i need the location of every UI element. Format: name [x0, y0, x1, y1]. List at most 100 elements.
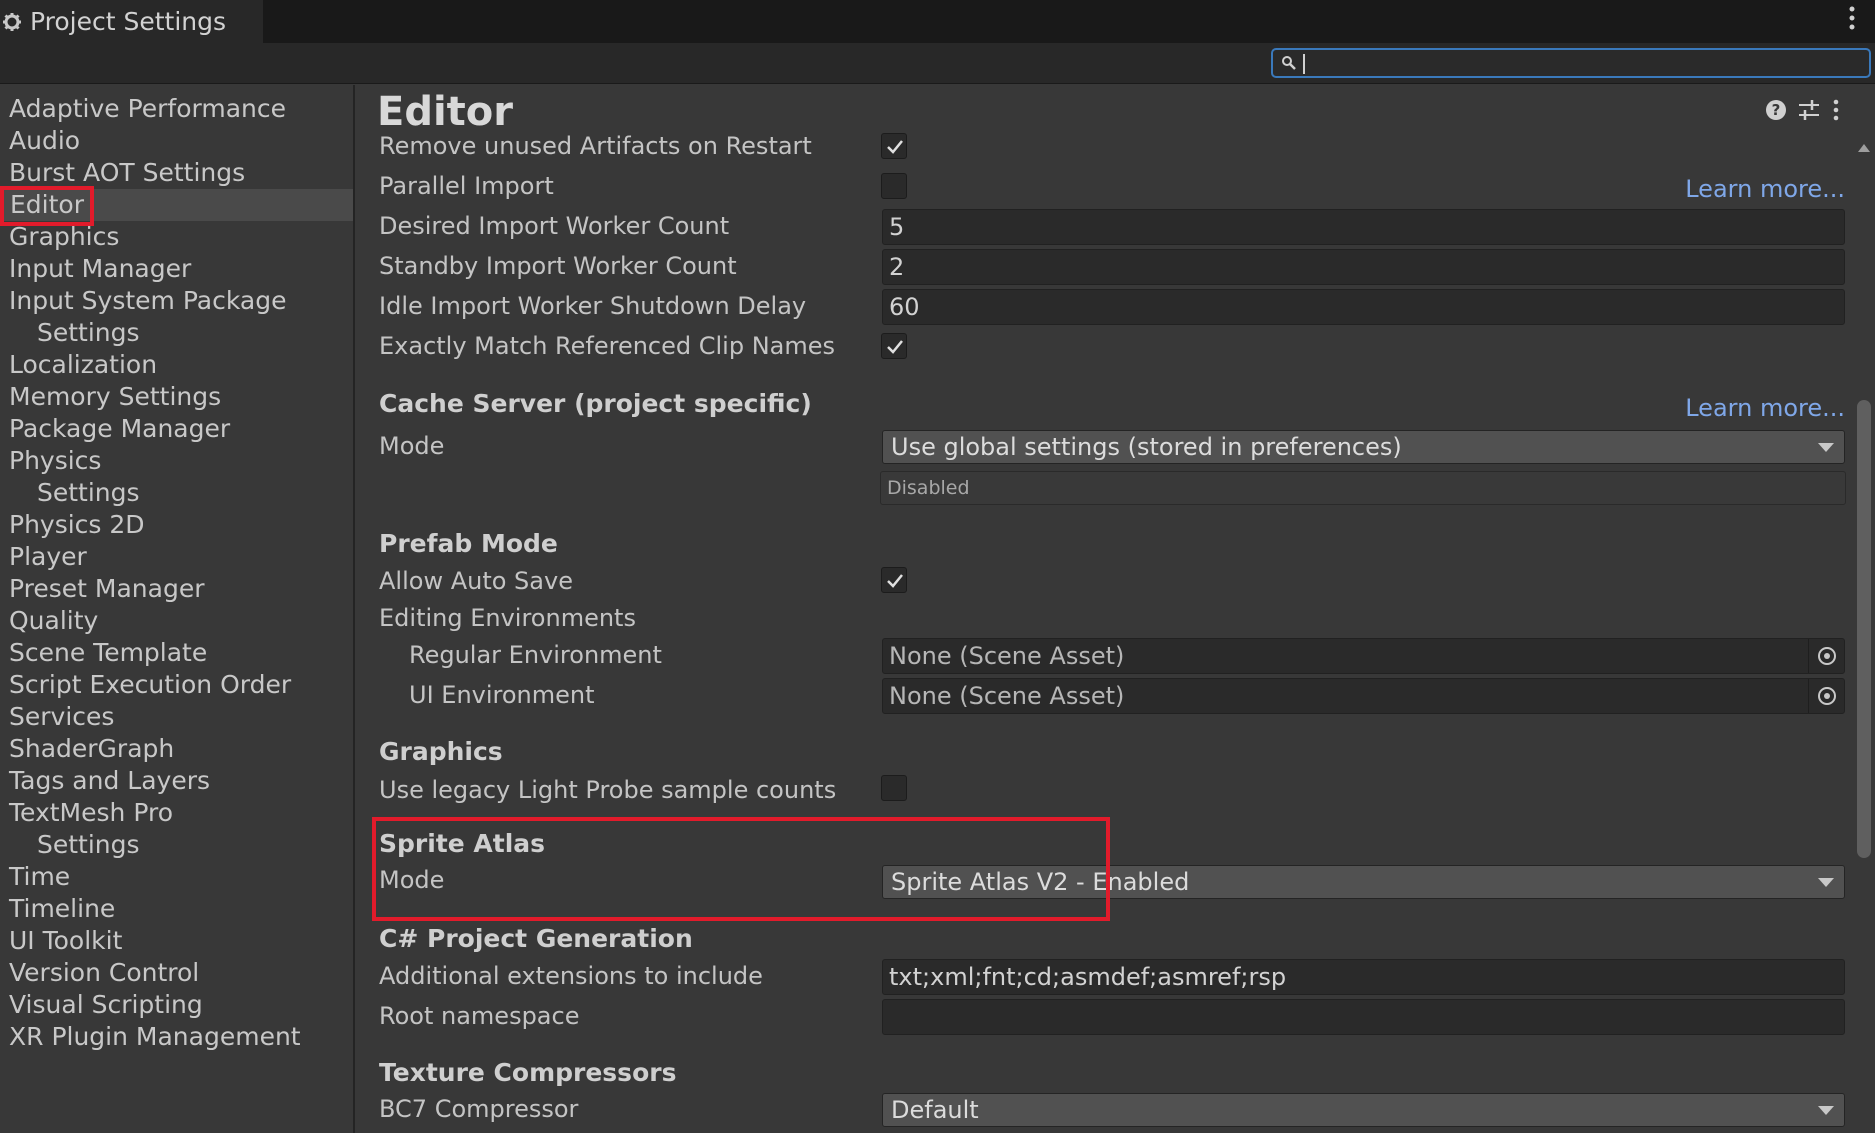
sidebar-item-memory-settings[interactable]: Memory Settings	[0, 381, 353, 413]
sidebar-item-label: Services	[9, 702, 115, 731]
sidebar-item-label: Player	[9, 542, 87, 571]
sidebar-item-player[interactable]: Player	[0, 541, 353, 573]
sidebar-item-textmesh-pro[interactable]: TextMesh Pro	[0, 797, 353, 829]
sidebar-item-input-system-settings[interactable]: Settings	[0, 317, 353, 349]
remove-unused-artifacts-checkbox[interactable]	[881, 133, 907, 159]
sidebar-item-label: Audio	[9, 126, 81, 155]
sidebar-item-localization[interactable]: Localization	[0, 349, 353, 381]
sidebar-item-input-manager[interactable]: Input Manager	[0, 253, 353, 285]
text-caret	[1303, 54, 1305, 74]
sidebar-item-scene-template[interactable]: Scene Template	[0, 637, 353, 669]
prefab-mode-heading: Prefab Mode	[379, 529, 558, 558]
object-field-value: None (Scene Asset)	[889, 682, 1125, 710]
checkmark-icon	[887, 574, 903, 588]
idle-import-worker-shutdown-field[interactable]: 60	[882, 289, 1845, 325]
allow-auto-save-label: Allow Auto Save	[379, 567, 573, 595]
scrollbar-thumb[interactable]	[1857, 400, 1871, 858]
parallel-import-checkbox[interactable]	[881, 173, 907, 199]
sidebar-item-label: Settings	[37, 830, 140, 859]
object-picker-button[interactable]	[1808, 639, 1844, 673]
sidebar-item-label: Quality	[9, 606, 99, 635]
sliders-icon[interactable]	[1797, 99, 1821, 121]
window-tab[interactable]: Project Settings	[0, 0, 263, 43]
ui-environment-field[interactable]: None (Scene Asset)	[882, 678, 1845, 714]
regular-environment-label: Regular Environment	[409, 641, 662, 669]
editing-environments-label: Editing Environments	[379, 604, 636, 632]
sidebar-item-input-system-package[interactable]: Input System Package	[0, 285, 353, 317]
sidebar-item-label: Physics 2D	[9, 510, 145, 539]
sidebar-item-label: Settings	[37, 478, 140, 507]
svg-text:?: ?	[1772, 101, 1781, 119]
search-icon	[1282, 56, 1296, 70]
desired-import-worker-count-field[interactable]: 5	[882, 209, 1845, 245]
cache-server-status: Disabled	[880, 471, 1846, 505]
sidebar-item-services[interactable]: Services	[0, 701, 353, 733]
cache-server-heading: Cache Server (project specific)	[379, 389, 812, 418]
sidebar-item-physics-settings[interactable]: Settings	[0, 477, 353, 509]
sidebar-item-label: Timeline	[9, 894, 116, 923]
standby-import-worker-count-field[interactable]: 2	[882, 249, 1845, 285]
sidebar-item-audio[interactable]: Audio	[0, 125, 353, 157]
sidebar-item-label: Visual Scripting	[9, 990, 203, 1019]
additional-extensions-label: Additional extensions to include	[379, 962, 763, 990]
sidebar-item-label: Localization	[9, 350, 158, 379]
sidebar-item-ui-toolkit[interactable]: UI Toolkit	[0, 925, 353, 957]
sidebar-item-quality[interactable]: Quality	[0, 605, 353, 637]
sidebar-item-preset-manager[interactable]: Preset Manager	[0, 573, 353, 605]
kebab-menu-icon[interactable]	[1831, 99, 1841, 121]
sidebar-item-label: Scene Template	[9, 638, 208, 667]
sidebar-item-adaptive-performance[interactable]: Adaptive Performance	[0, 93, 353, 125]
sidebar-item-label: Preset Manager	[9, 574, 205, 603]
additional-extensions-field[interactable]: txt;xml;fnt;cd;asmdef;asmref;rsp	[882, 959, 1845, 995]
object-picker-button[interactable]	[1808, 679, 1844, 713]
settings-sidebar: Adaptive Performance Audio Burst AOT Set…	[0, 85, 355, 1133]
parallel-import-label: Parallel Import	[379, 172, 554, 200]
help-icon[interactable]: ?	[1765, 99, 1787, 121]
regular-environment-field[interactable]: None (Scene Asset)	[882, 638, 1845, 674]
scroll-up-arrow-icon[interactable]	[1858, 144, 1870, 152]
sidebar-item-physics-2d[interactable]: Physics 2D	[0, 509, 353, 541]
sidebar-item-physics[interactable]: Physics	[0, 445, 353, 477]
checkmark-icon	[887, 340, 903, 354]
sidebar-item-editor[interactable]: Editor	[0, 186, 353, 226]
sidebar-item-burst-aot-settings[interactable]: Burst AOT Settings	[0, 157, 353, 189]
sidebar-item-version-control[interactable]: Version Control	[0, 957, 353, 989]
sidebar-item-package-manager[interactable]: Package Manager	[0, 413, 353, 445]
legacy-light-probe-label: Use legacy Light Probe sample counts	[379, 776, 837, 804]
sidebar-item-label: Time	[9, 862, 71, 891]
cache-server-mode-dropdown[interactable]: Use global settings (stored in preferenc…	[882, 430, 1845, 464]
sidebar-item-xr-plugin-management[interactable]: XR Plugin Management	[0, 1021, 353, 1053]
cache-server-learn-more-link[interactable]: Learn more...	[1685, 394, 1845, 422]
sidebar-item-label: Graphics	[9, 222, 120, 251]
sidebar-item-graphics[interactable]: Graphics	[0, 221, 353, 253]
learn-more-link[interactable]: Learn more...	[1685, 175, 1845, 203]
sidebar-item-timeline[interactable]: Timeline	[0, 893, 353, 925]
sidebar-item-script-execution-order[interactable]: Script Execution Order	[0, 669, 353, 701]
legacy-light-probe-checkbox[interactable]	[881, 775, 907, 801]
object-field-value: None (Scene Asset)	[889, 642, 1125, 670]
sidebar-item-tags-and-layers[interactable]: Tags and Layers	[0, 765, 353, 797]
checkmark-icon	[887, 140, 903, 154]
exact-clip-names-checkbox[interactable]	[881, 333, 907, 359]
sidebar-item-label: Script Execution Order	[9, 670, 292, 699]
dropdown-arrow-icon	[1818, 1106, 1834, 1115]
search-input[interactable]	[1271, 48, 1871, 78]
sidebar-item-textmesh-pro-settings[interactable]: Settings	[0, 829, 353, 861]
bc7-compressor-dropdown[interactable]: Default	[882, 1093, 1845, 1127]
root-namespace-field[interactable]	[882, 999, 1845, 1035]
bc7-compressor-label: BC7 Compressor	[379, 1095, 579, 1123]
page-title: Editor	[377, 89, 513, 135]
csharp-project-generation-heading: C# Project Generation	[379, 924, 693, 953]
sidebar-item-time[interactable]: Time	[0, 861, 353, 893]
sidebar-item-label: XR Plugin Management	[9, 1022, 301, 1051]
sidebar-item-label: Input Manager	[9, 254, 192, 283]
kebab-menu-icon[interactable]	[1847, 6, 1857, 32]
sidebar-item-shadergraph[interactable]: ShaderGraph	[0, 733, 353, 765]
sidebar-item-label: Input System Package	[9, 286, 287, 315]
sidebar-item-label: Version Control	[9, 958, 200, 987]
remove-unused-artifacts-label: Remove unused Artifacts on Restart	[379, 132, 812, 160]
gear-icon	[3, 12, 21, 31]
allow-auto-save-checkbox[interactable]	[881, 567, 907, 593]
sidebar-item-label: Editor	[0, 186, 94, 226]
sidebar-item-visual-scripting[interactable]: Visual Scripting	[0, 989, 353, 1021]
